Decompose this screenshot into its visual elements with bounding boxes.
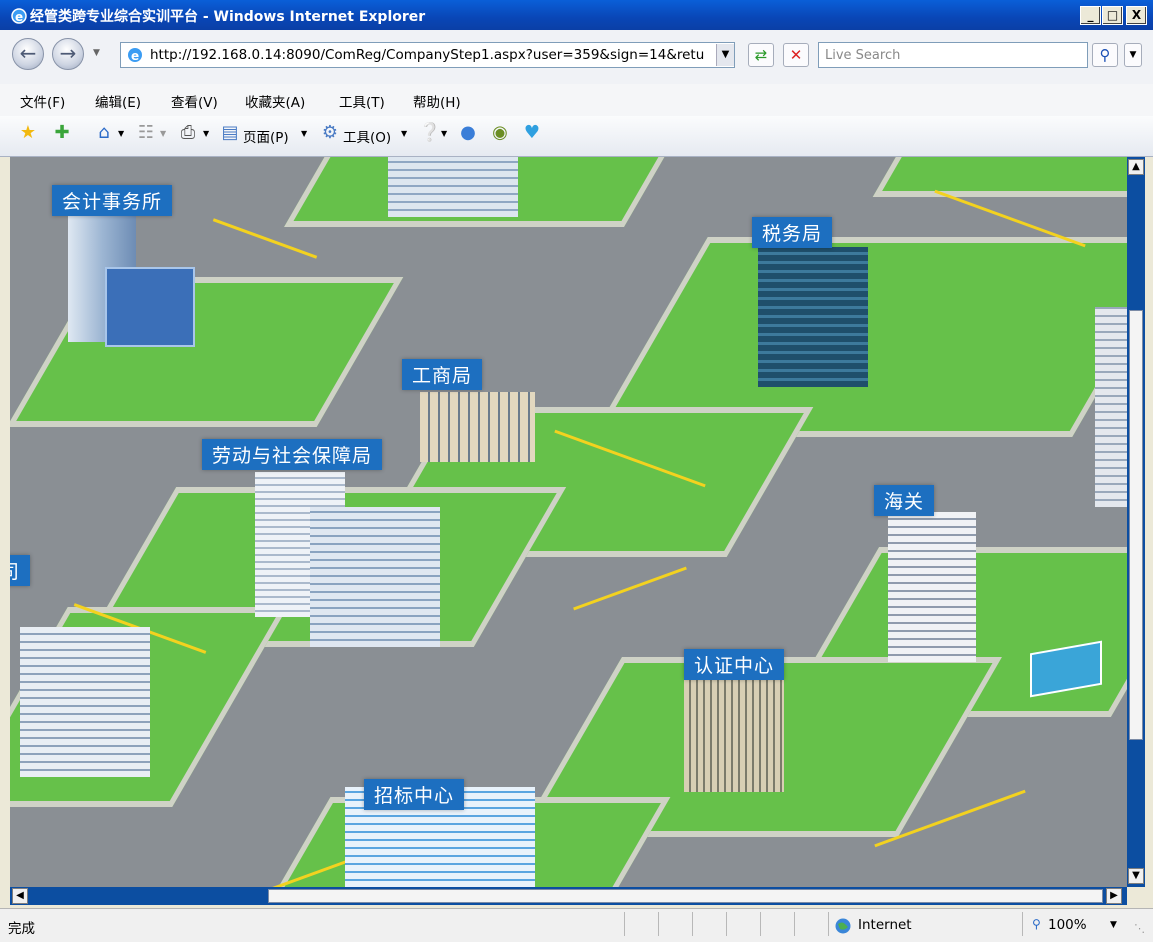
home-icon[interactable]: ⌂ bbox=[92, 121, 116, 145]
ie-logo-icon: e bbox=[10, 7, 28, 25]
map-label-company[interactable]: 司 bbox=[10, 555, 31, 586]
forward-arrow-icon: → bbox=[59, 41, 77, 65]
page-icon[interactable]: ▤ bbox=[218, 121, 242, 145]
help-dropdown-icon[interactable]: ▼ bbox=[441, 129, 447, 138]
back-button[interactable]: ← bbox=[12, 38, 44, 70]
favorites-star-icon[interactable]: ★ bbox=[16, 121, 40, 145]
search-icon: ⚲ bbox=[1099, 46, 1111, 64]
shield-icon[interactable]: ♥ bbox=[520, 121, 544, 145]
map-label-bidding-center[interactable]: 招标中心 bbox=[364, 779, 465, 810]
map-label-certification-center[interactable]: 认证中心 bbox=[684, 649, 785, 680]
menu-file[interactable]: 文件(F) bbox=[20, 91, 65, 111]
menu-favorites[interactable]: 收藏夹(A) bbox=[245, 91, 305, 111]
zoom-dropdown-icon[interactable]: ▼ bbox=[1110, 920, 1117, 930]
scroll-up-icon[interactable]: ▲ bbox=[1128, 159, 1144, 175]
print-icon[interactable]: ⎙ bbox=[176, 121, 200, 145]
forward-button[interactable]: → bbox=[52, 38, 84, 70]
add-favorites-icon[interactable]: ✚ bbox=[50, 121, 74, 145]
tools-menu-button[interactable]: 工具(O) bbox=[343, 126, 391, 146]
menu-edit[interactable]: 编辑(E) bbox=[95, 91, 141, 111]
search-placeholder: Live Search bbox=[825, 48, 901, 63]
close-button[interactable]: X bbox=[1126, 6, 1147, 25]
map-label-tax-bureau[interactable]: 税务局 bbox=[752, 217, 833, 248]
menu-tools[interactable]: 工具(T) bbox=[339, 91, 385, 111]
history-dropdown-icon[interactable]: ▼ bbox=[93, 48, 100, 58]
refresh-button[interactable]: ⇄ bbox=[748, 43, 774, 67]
map-label-accounting-firm[interactable]: 会计事务所 bbox=[52, 185, 173, 216]
map-label-labor-bureau[interactable]: 劳动与社会保障局 bbox=[202, 439, 383, 470]
stop-icon: ✕ bbox=[789, 46, 803, 64]
tools-dropdown-icon[interactable]: ▼ bbox=[401, 129, 407, 138]
map-label-customs[interactable]: 海关 bbox=[874, 485, 935, 516]
page-menu-button[interactable]: 页面(P) bbox=[243, 126, 289, 146]
stop-button[interactable]: ✕ bbox=[783, 43, 809, 67]
window-title: 经管类跨专业综合实训平台 - Windows Internet Explorer bbox=[30, 9, 426, 25]
print-dropdown-icon[interactable]: ▼ bbox=[203, 129, 209, 138]
menu-view[interactable]: 查看(V) bbox=[171, 91, 218, 111]
svg-text:e: e bbox=[131, 49, 139, 63]
feeds-dropdown-icon[interactable]: ▼ bbox=[160, 129, 166, 138]
feeds-icon[interactable]: ☷ bbox=[134, 121, 158, 145]
messenger-icon[interactable]: ● bbox=[456, 121, 480, 145]
status-bar bbox=[0, 908, 1153, 942]
horizontal-scroll-thumb[interactable] bbox=[268, 889, 1103, 903]
command-bar bbox=[0, 116, 1153, 157]
security-zone[interactable]: Internet bbox=[858, 917, 912, 933]
search-button[interactable]: ⚲ bbox=[1092, 43, 1118, 67]
refresh-icon: ⇄ bbox=[754, 46, 768, 64]
help-icon[interactable]: ❔ bbox=[418, 121, 442, 145]
globe-icon bbox=[834, 917, 852, 935]
research-icon[interactable]: ◉ bbox=[488, 121, 512, 145]
tools-gear-icon[interactable]: ⚙ bbox=[318, 121, 342, 145]
home-dropdown-icon[interactable]: ▼ bbox=[118, 129, 124, 138]
svg-text:e: e bbox=[15, 10, 23, 24]
vertical-scroll-thumb[interactable] bbox=[1129, 310, 1143, 740]
minimize-button[interactable]: _ bbox=[1080, 6, 1101, 25]
scroll-left-icon[interactable]: ◀ bbox=[12, 888, 28, 904]
city-map-canvas[interactable]: 会计事务所 税务局 工商局 劳动与社会保障局 海关 认证中心 招标中心 司 bbox=[10, 157, 1127, 887]
scroll-right-icon[interactable]: ▶ bbox=[1106, 888, 1122, 904]
maximize-button[interactable]: □ bbox=[1102, 6, 1123, 25]
back-arrow-icon: ← bbox=[19, 41, 37, 65]
resize-grip-icon[interactable]: ⋱ bbox=[1134, 922, 1145, 935]
menu-help[interactable]: 帮助(H) bbox=[413, 91, 461, 111]
address-dropdown-icon[interactable]: ▼ bbox=[716, 44, 734, 66]
zoom-level[interactable]: 100% bbox=[1048, 917, 1087, 933]
page-favicon-icon: e bbox=[126, 46, 144, 64]
search-options-dropdown-icon[interactable]: ▼ bbox=[1124, 43, 1142, 67]
scroll-down-icon[interactable]: ▼ bbox=[1128, 868, 1144, 884]
address-url[interactable]: http://192.168.0.14:8090/ComReg/CompanyS… bbox=[150, 47, 705, 63]
status-text: 完成 bbox=[8, 921, 35, 937]
zoom-icon: ⚲ bbox=[1032, 917, 1041, 931]
page-dropdown-icon[interactable]: ▼ bbox=[301, 129, 307, 138]
map-label-commerce-bureau[interactable]: 工商局 bbox=[402, 359, 483, 390]
